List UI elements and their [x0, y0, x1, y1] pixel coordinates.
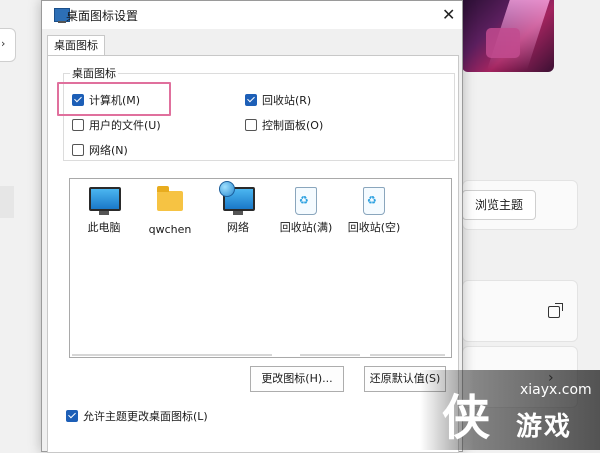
- desktop-icon-settings-dialog: 桌面图标设置 ✕ 桌面图标 桌面图标 计算机(M) 回收站(R) 用户的文件(U…: [41, 0, 463, 453]
- dialog-title: 桌面图标设置: [66, 9, 139, 23]
- tab-desktop-icons[interactable]: 桌面图标: [47, 35, 105, 56]
- recycle-bin-full-icon: ♻: [291, 187, 321, 215]
- nav-indicator: [0, 186, 14, 218]
- title-bar: 桌面图标设置 ✕: [42, 1, 462, 29]
- change-icon-button[interactable]: 更改图标(H)...: [250, 366, 344, 392]
- icon-label: 此电脑: [87, 221, 121, 234]
- list-item-this-pc[interactable]: 此电脑: [74, 187, 134, 235]
- back-button[interactable]: ›: [0, 28, 16, 62]
- list-item-recycle-bin-full[interactable]: ♻ 回收站(满): [276, 187, 336, 235]
- icon-label: 回收站(满): [279, 221, 333, 234]
- close-icon[interactable]: ✕: [442, 5, 455, 24]
- theme-thumbnail[interactable]: [462, 0, 554, 72]
- icon-label: qwchen: [148, 223, 192, 236]
- user-folder-icon: [155, 186, 185, 219]
- settings-card-link[interactable]: [462, 280, 578, 342]
- checkbox-label: 允许主题更改桌面图标(L): [83, 410, 208, 423]
- tab-panel: 桌面图标 计算机(M) 回收站(R) 用户的文件(U) 控制面板(O) 网络(N…: [47, 55, 459, 453]
- checkbox-control-panel[interactable]: 控制面板(O): [245, 117, 323, 133]
- checkbox-user-files[interactable]: 用户的文件(U): [72, 117, 161, 133]
- checkbox-label: 网络(N): [89, 144, 128, 157]
- checkbox-allow-themes[interactable]: 允许主题更改桌面图标(L): [66, 408, 208, 424]
- checkbox-checked-icon[interactable]: [245, 94, 257, 106]
- list-item-user-folder[interactable]: qwchen: [140, 186, 200, 236]
- checkbox-label: 控制面板(O): [262, 119, 324, 132]
- this-pc-monitor-icon: [89, 187, 121, 215]
- watermark: 侠 xiayx.com 游戏: [420, 370, 600, 450]
- browse-themes-button[interactable]: 浏览主题: [462, 190, 536, 220]
- checkbox-unchecked-icon[interactable]: [72, 119, 84, 131]
- scroll-indicator: [70, 354, 451, 357]
- checkbox-unchecked-icon[interactable]: [72, 144, 84, 156]
- recycle-bin-empty-icon: ♻: [359, 187, 389, 215]
- chevron-left-icon: ›: [1, 37, 6, 50]
- watermark-name: 游戏: [516, 412, 573, 442]
- checkbox-network[interactable]: 网络(N): [72, 142, 128, 158]
- list-item-network[interactable]: 网络: [208, 181, 268, 235]
- icon-list[interactable]: 此电脑 qwchen 网络 ♻ 回收站(满) ♻ 回收站(空): [69, 178, 452, 358]
- open-external-icon[interactable]: [548, 303, 563, 318]
- list-item-recycle-bin-empty[interactable]: ♻ 回收站(空): [344, 187, 404, 235]
- watermark-domain: xiayx.com: [520, 382, 592, 398]
- watermark-logo: 侠: [442, 390, 491, 446]
- checkbox-label: 回收站(R): [262, 94, 312, 107]
- icon-label: 网络: [227, 221, 249, 234]
- group-label: 桌面图标: [70, 65, 118, 81]
- icon-label: 回收站(空): [347, 221, 401, 234]
- network-monitor-icon: [219, 181, 255, 215]
- checkbox-label: 用户的文件(U): [89, 119, 161, 132]
- checkbox-checked-icon[interactable]: [66, 410, 78, 422]
- checkbox-label: 计算机(M): [89, 94, 141, 107]
- checkbox-unchecked-icon[interactable]: [245, 119, 257, 131]
- checkbox-checked-icon[interactable]: [72, 94, 84, 106]
- checkbox-computer[interactable]: 计算机(M): [72, 92, 140, 108]
- checkbox-recycle-bin[interactable]: 回收站(R): [245, 92, 311, 108]
